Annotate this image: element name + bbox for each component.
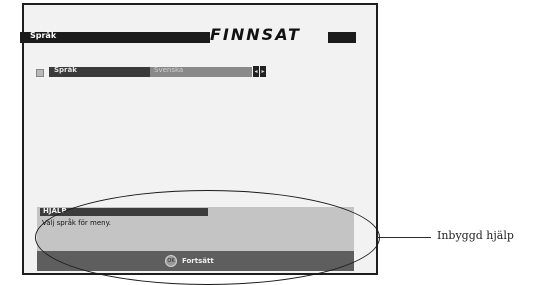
language-value: Svenska bbox=[154, 66, 184, 74]
menu-title: Språk bbox=[30, 31, 57, 40]
arrow-left-icon[interactable]: ◂ bbox=[253, 66, 259, 77]
highlight-ellipse bbox=[35, 190, 380, 285]
arrow-right-icon[interactable]: ▸ bbox=[260, 66, 266, 77]
language-setting-label: Språk bbox=[54, 66, 77, 74]
row-bullet-icon bbox=[36, 69, 44, 77]
callout-line bbox=[377, 237, 431, 238]
finnsat-logo: FINNSAT bbox=[210, 25, 301, 44]
header-bar-right bbox=[328, 32, 356, 43]
callout-label: Inbyggd hjälp bbox=[437, 229, 514, 242]
